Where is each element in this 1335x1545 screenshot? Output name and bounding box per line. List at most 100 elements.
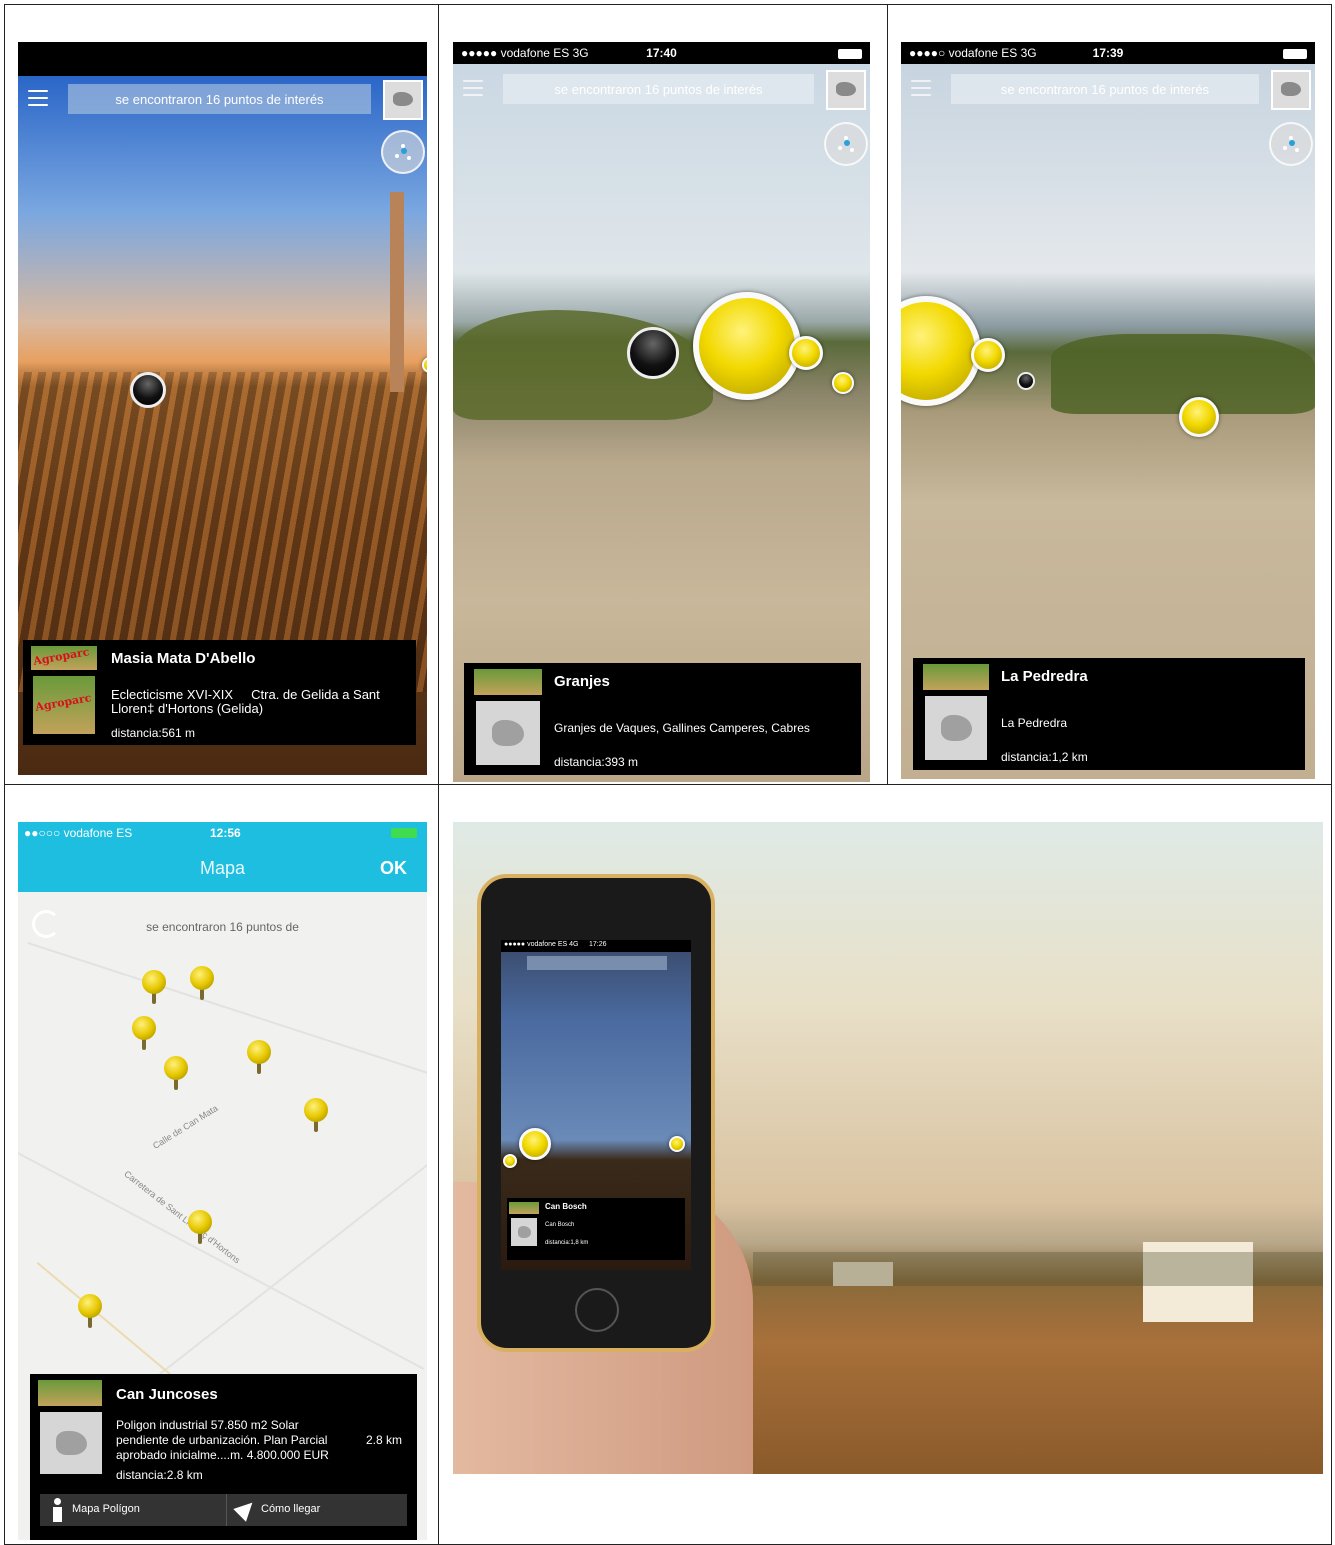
poi-distance: distancia:561 m — [111, 726, 196, 740]
battery-icon — [1174, 46, 1308, 60]
map-pin[interactable] — [132, 1016, 156, 1050]
menu-icon[interactable] — [463, 80, 483, 96]
poi-marker-black[interactable] — [1017, 372, 1035, 390]
clock: 17:40 — [646, 46, 677, 60]
action-bar: Mapa Polígon Cómo llegar — [40, 1494, 407, 1526]
poi-info-panel[interactable]: Agroparc Agroparc Masia Mata D'Abello Ec… — [23, 640, 416, 745]
search-status-text: se encontraron 16 puntos de interés — [554, 81, 763, 97]
poi-marker-road[interactable] — [1179, 397, 1219, 437]
phone-poi-distance: distancia:1,8 km — [545, 1240, 589, 1246]
map-road — [148, 1160, 427, 1384]
poi-marker-medium[interactable] — [789, 336, 823, 370]
radar-icon[interactable] — [381, 130, 425, 174]
menu-icon[interactable] — [28, 90, 48, 106]
ar-screen-granjes: ●●●●● vodafone ES 3G 17:40 se encontraro… — [453, 42, 870, 782]
poi-marker-black[interactable] — [130, 372, 166, 408]
poi-logo — [38, 1380, 102, 1406]
poi-marker-edge[interactable] — [422, 357, 427, 373]
poi-marker-large[interactable] — [901, 296, 981, 406]
carrier-label: ●●●●● vodafone ES 3G — [461, 46, 589, 60]
map-thumbnail-button[interactable] — [1271, 70, 1311, 110]
phone-poi-map-thumbnail — [511, 1218, 537, 1246]
top-bar: se encontraron 16 puntos de interés — [901, 66, 1315, 116]
poi-map-thumbnail — [476, 701, 540, 765]
phone-poi-description: Can Bosch — [545, 1222, 575, 1228]
poi-info-panel[interactable]: Granjes Granjes de Vaques, Gallines Camp… — [464, 663, 861, 775]
poi-distance: distancia:1,2 km — [1001, 750, 1088, 764]
utility-pole — [390, 192, 404, 392]
ar-screen-sunset: se encontraron 16 puntos de interés Agro… — [18, 42, 427, 775]
map-pin[interactable] — [164, 1056, 188, 1090]
poi-map-thumbnail — [925, 696, 987, 760]
map-pin[interactable] — [190, 966, 214, 1000]
phone-search-bar — [527, 956, 667, 970]
map-thumbnail-button[interactable] — [826, 70, 866, 110]
map-thumbnail-button[interactable] — [383, 80, 423, 120]
phone-poi-logo — [509, 1202, 539, 1214]
poi-description-line-1: Eclecticisme XVI-XIX Ctra. de Gelida a S… — [111, 687, 380, 702]
poi-photo: Agroparc — [33, 676, 95, 734]
poi-marker-small[interactable] — [832, 372, 854, 394]
poi-title: Granjes — [554, 673, 610, 690]
poi-marker-large[interactable] — [693, 292, 801, 400]
map-polygon-label: Mapa Polígon — [72, 1503, 140, 1515]
info-icon — [52, 1498, 62, 1522]
agroparc-logo: Agroparc — [31, 646, 97, 670]
map-pin[interactable] — [78, 1294, 102, 1328]
poi-title: Can Juncoses — [116, 1386, 218, 1403]
poi-description-line-2: pendiente de urbanización. Plan Parcial — [116, 1433, 328, 1447]
poi-title: Masia Mata D'Abello — [111, 650, 256, 667]
radar-icon[interactable] — [824, 122, 868, 166]
map-road — [36, 1262, 192, 1393]
poi-distance: distancia:393 m — [554, 755, 639, 769]
map-pin[interactable] — [247, 1040, 271, 1074]
phone-info-panel: Can Bosch Can Bosch distancia:1,8 km — [507, 1198, 685, 1260]
phone-screen: ●●●●● vodafone ES 4G 17:26 Can Bosch Can… — [501, 940, 691, 1270]
carrier-label: ●●○○○ vodafone ES — [24, 826, 133, 840]
phone-poi-marker — [519, 1128, 551, 1160]
poi-description-line-3: aprobado inicialme....m. 4.800.000 EUR — [116, 1448, 329, 1462]
top-bar: se encontraron 16 puntos de interés — [18, 76, 427, 126]
search-status: se encontraron 16 puntos de interés — [503, 74, 814, 104]
poi-description-line-2: Lloren‡ d'Hortons (Gelida) — [111, 701, 264, 716]
poi-info-panel[interactable]: La Pedredra La Pedredra distancia:1,2 km — [913, 658, 1305, 770]
ok-button[interactable]: OK — [380, 858, 407, 879]
nav-bar: ●●○○○ vodafone ES 12:56 Mapa OK — [18, 822, 427, 892]
map-screen: ●●○○○ vodafone ES 12:56 Mapa OK se encon… — [18, 822, 427, 1540]
how-to-get-button[interactable]: Cómo llegar — [227, 1494, 407, 1526]
battery-icon — [391, 828, 417, 838]
search-status-text: se encontraron 16 puntos de interés — [115, 91, 324, 107]
map-pin[interactable] — [304, 1098, 328, 1132]
poi-map-thumbnail — [40, 1412, 102, 1474]
battery-icon — [728, 46, 863, 60]
how-to-get-label: Cómo llegar — [261, 1503, 321, 1515]
poi-side-distance: 2.8 km — [366, 1433, 403, 1447]
poi-title: La Pedredra — [1001, 668, 1088, 685]
ar-screen-pedredra: ●●●●○ vodafone ES 3G 17:39 se encontraro… — [901, 42, 1315, 779]
map-pin[interactable] — [142, 970, 166, 1004]
top-bar: se encontraron 16 puntos de interés — [453, 66, 870, 116]
status-bar: ●●●●● vodafone ES 3G 17:40 — [453, 42, 870, 64]
poi-info-panel[interactable]: Can Juncoses Poligon industrial 57.850 m… — [30, 1374, 417, 1540]
status-bar: ●●●●○ vodafone ES 3G 17:39 — [901, 42, 1315, 64]
map-road — [18, 1152, 425, 1370]
map-title: Mapa — [199, 858, 246, 878]
search-status: se encontraron 16 puntos de interés — [68, 84, 371, 114]
search-status: se encontraron 16 puntos de interés — [951, 74, 1259, 104]
phone-case: ●●●●● vodafone ES 4G 17:26 Can Bosch Can… — [477, 874, 715, 1352]
poi-description: Granjes de Vaques, Gallines Camperes, Ca… — [554, 721, 810, 735]
map-pin[interactable] — [188, 1210, 212, 1244]
carrier-label: ●●●●○ vodafone ES 3G — [909, 46, 1037, 60]
bushes — [1051, 334, 1315, 414]
radar-icon[interactable] — [1269, 122, 1313, 166]
navigation-arrow-icon — [233, 1496, 259, 1522]
map-polygon-button[interactable]: Mapa Polígon — [40, 1494, 227, 1526]
poi-logo — [923, 664, 989, 690]
search-status-text: se encontraron 16 puntos de — [146, 920, 299, 934]
phone-poi-marker — [503, 1154, 517, 1168]
phone-poi-marker — [669, 1136, 685, 1152]
poi-marker-black[interactable] — [627, 327, 679, 379]
street-label: Calle de Can Mata — [151, 1103, 220, 1151]
poi-marker-medium[interactable] — [971, 338, 1005, 372]
menu-icon[interactable] — [911, 80, 931, 96]
